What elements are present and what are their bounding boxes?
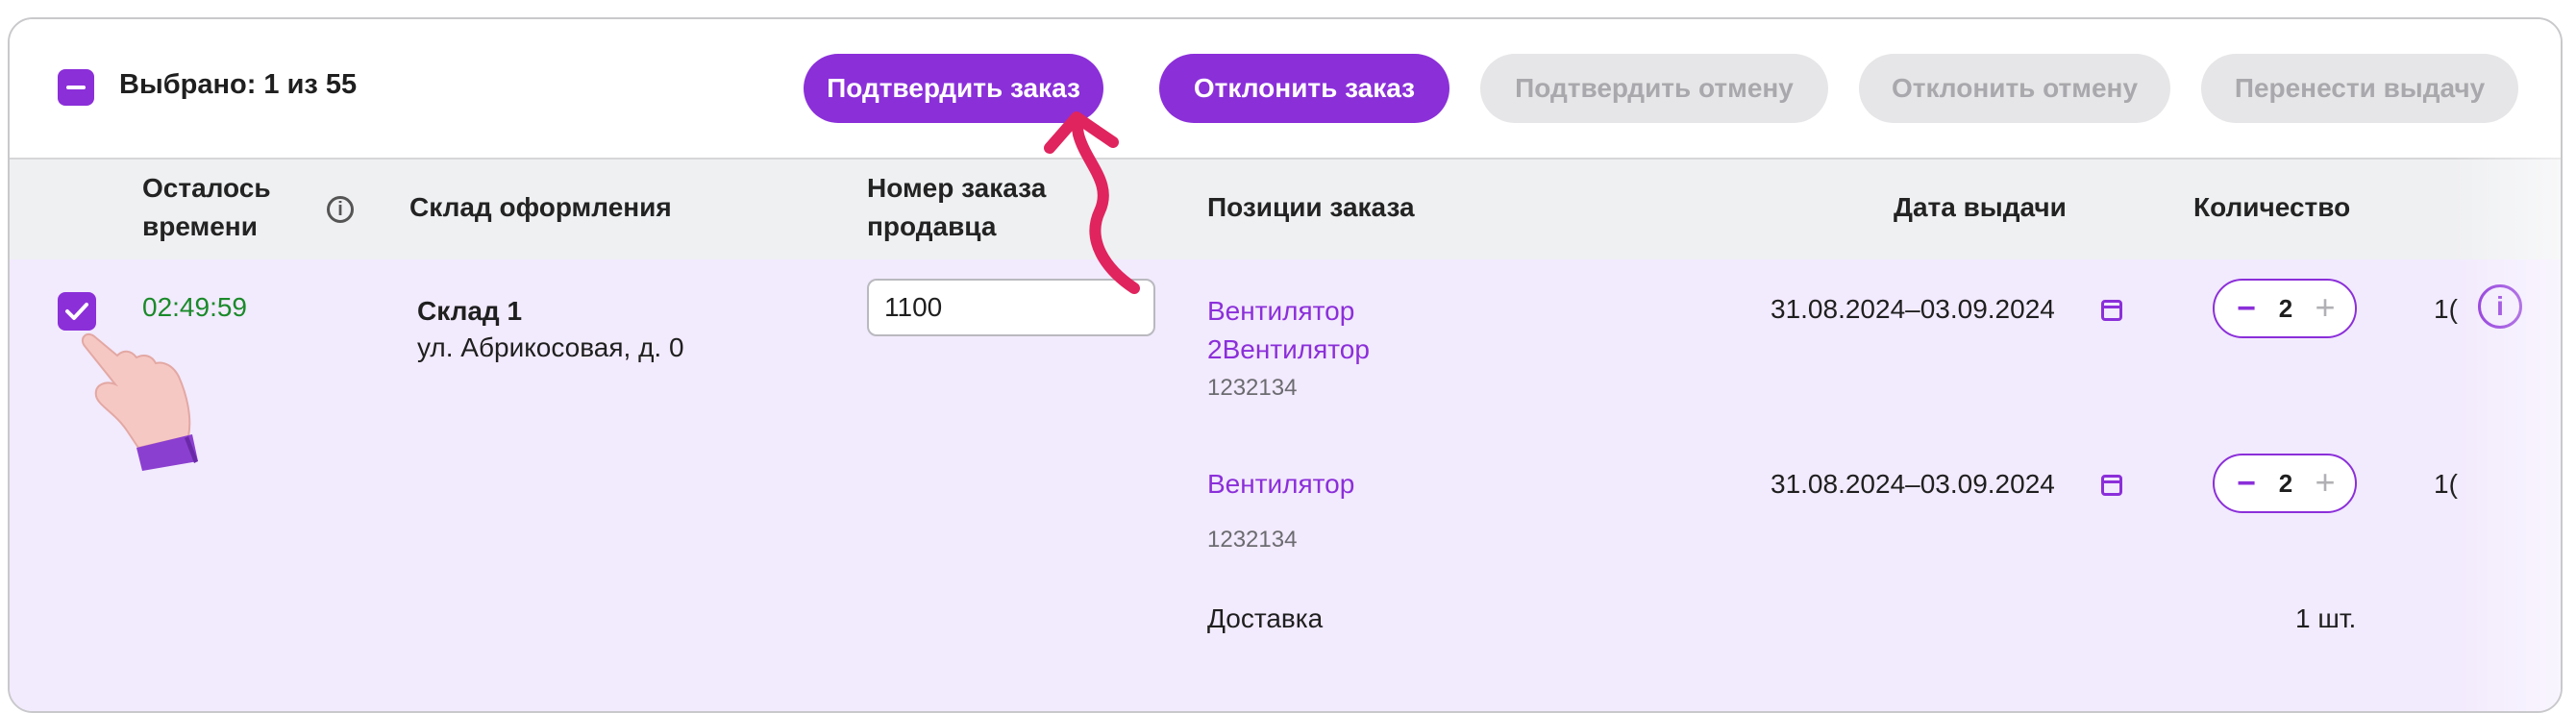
orders-panel: Выбрано: 1 из 55 Подтвердить заказ Откло… (8, 17, 2563, 713)
warehouse-address: ул. Абрикосовая, д. 0 (417, 332, 684, 362)
selection-toolbar: Выбрано: 1 из 55 Подтвердить заказ Откло… (10, 19, 2561, 158)
plus-icon[interactable]: + (2309, 290, 2341, 325)
position-link[interactable]: Вентилятор (1207, 465, 1354, 504)
position-link[interactable]: Вентилятор 2Вентилятор (1207, 292, 1370, 369)
quantity-stepper[interactable]: − 2 + (2213, 454, 2357, 513)
header-positions: Позиции заказа (1207, 192, 1415, 222)
reject-order-button[interactable]: Отклонить заказ (1159, 54, 1449, 123)
reschedule-button[interactable]: Перенести выдачу (2201, 54, 2518, 123)
minus-icon[interactable]: − (2230, 292, 2263, 325)
confirm-cancel-button[interactable]: Подтвердить отмену (1480, 54, 1828, 123)
quantity-stepper[interactable]: − 2 + (2213, 279, 2357, 338)
position-code: 1232134 (1207, 375, 1298, 401)
info-icon[interactable]: i (327, 196, 354, 223)
minus-checkbox-icon (66, 86, 86, 89)
reject-cancel-button[interactable]: Отклонить отмену (1859, 54, 2170, 123)
delivery-label: Доставка (1207, 603, 1324, 633)
issue-date: 31.08.2024–03.09.2024 (1771, 469, 2055, 499)
select-all-checkbox[interactable] (58, 69, 94, 106)
header-order-number: Номер заказа продавца (867, 173, 1047, 241)
arrow-annotation-icon (1044, 111, 1140, 294)
header-date: Дата выдачи (1894, 192, 2067, 222)
header-warehouse: Склад оформления (409, 192, 672, 222)
pointing-hand-icon (81, 332, 198, 471)
issue-date: 31.08.2024–03.09.2024 (1771, 294, 2055, 324)
table-row: 02:49:59 Склад 1 ул. Абрикосовая, д. 0 В… (10, 259, 2561, 711)
delivery-quantity: 1 шт. (2295, 603, 2357, 633)
calendar-icon[interactable] (2101, 475, 2122, 496)
selected-count: Выбрано: 1 из 55 (119, 69, 358, 100)
table-header: Осталось времени i Склад оформления Номе… (10, 158, 2561, 261)
calendar-icon[interactable] (2101, 300, 2122, 321)
warehouse-name: Склад 1 (417, 296, 523, 326)
header-time-left: Осталось времени (142, 173, 271, 241)
header-quantity: Количество (2193, 192, 2351, 222)
position-code: 1232134 (1207, 527, 1298, 553)
quantity-value: 2 (2278, 469, 2293, 498)
plus-icon[interactable]: + (2309, 465, 2341, 500)
minus-icon[interactable]: − (2230, 467, 2263, 500)
quantity-value: 2 (2278, 294, 2293, 323)
scroll-fade (2451, 158, 2561, 711)
